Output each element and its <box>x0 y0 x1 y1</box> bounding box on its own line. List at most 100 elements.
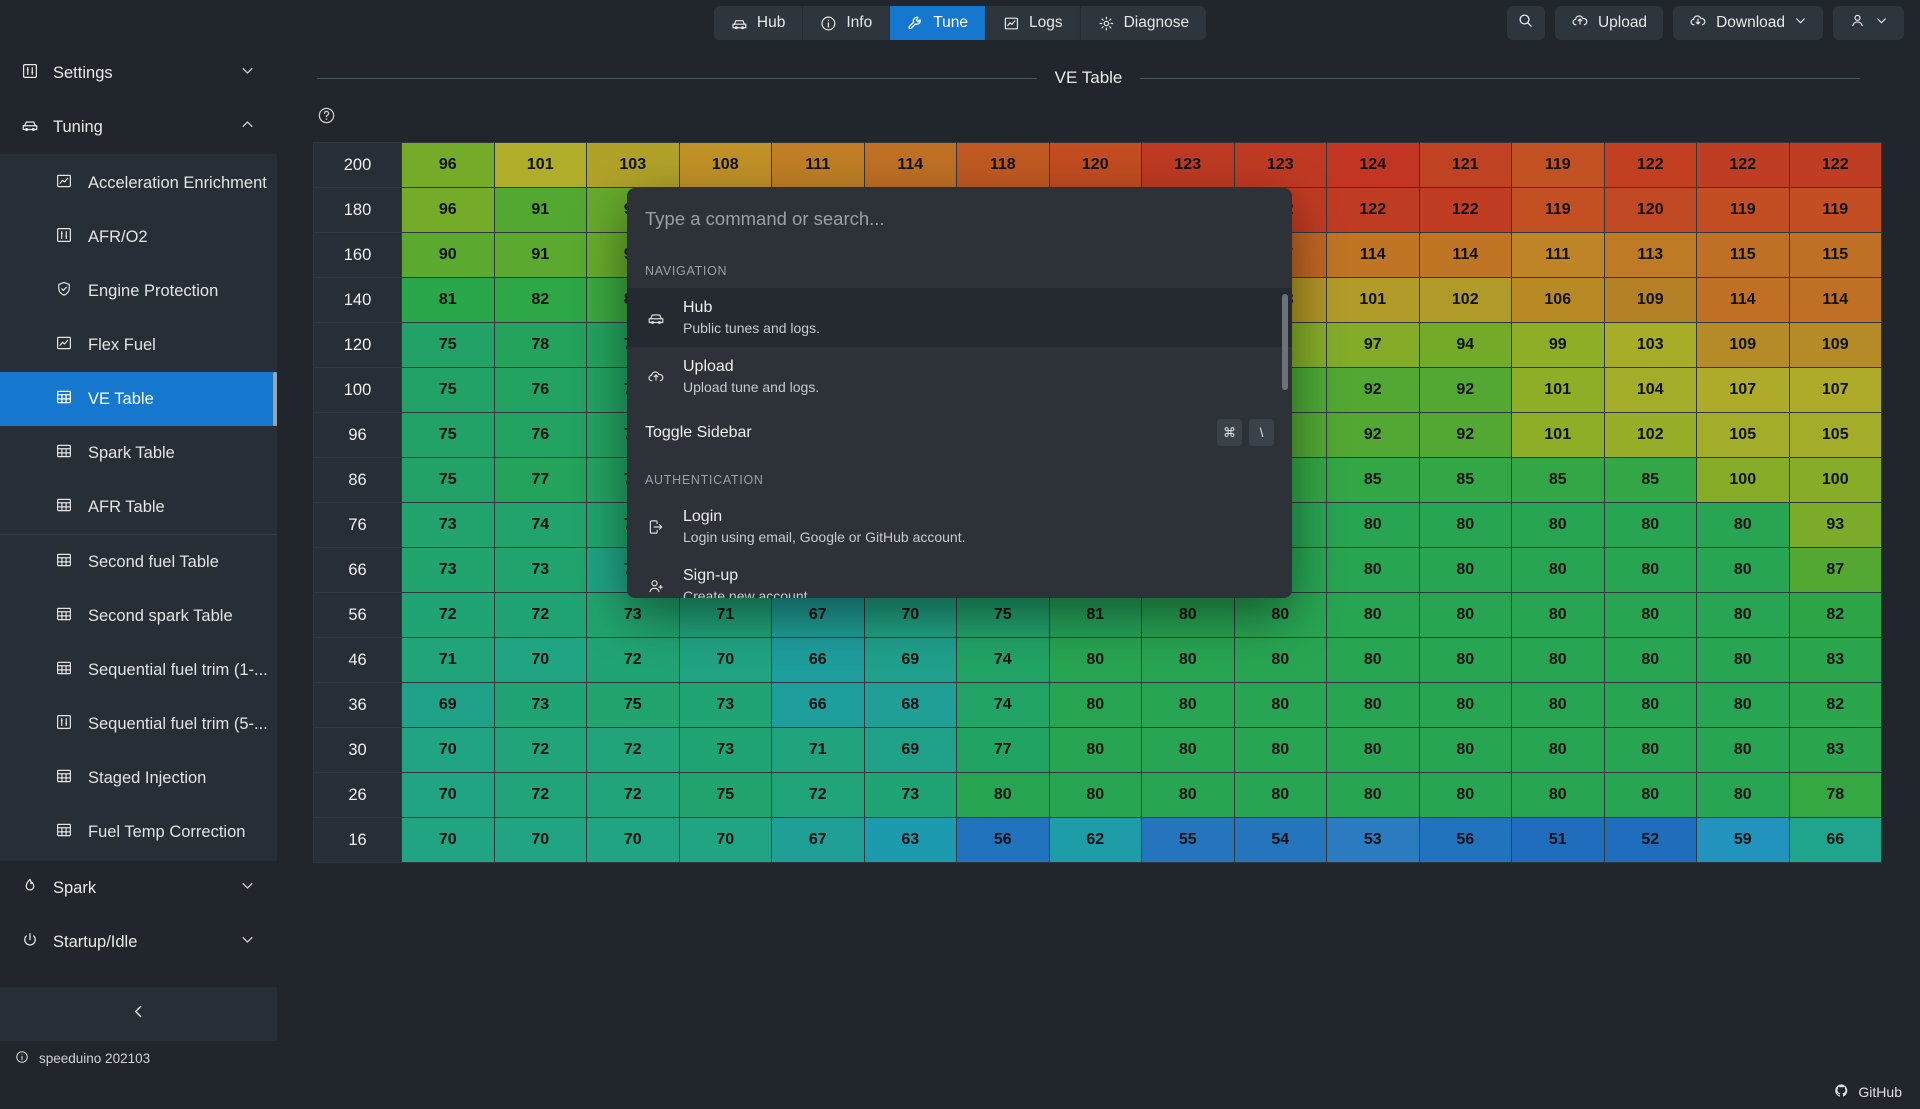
table-cell[interactable]: 80 <box>1696 547 1790 593</box>
table-cell[interactable]: 85 <box>1603 457 1697 503</box>
table-cell[interactable]: 80 <box>1233 772 1327 818</box>
table-cell[interactable]: 80 <box>1696 682 1790 728</box>
table-cell[interactable]: 83 <box>1788 637 1882 683</box>
table-cell[interactable]: 80 <box>1048 682 1142 728</box>
table-cell[interactable]: 111 <box>1511 232 1605 278</box>
upload-button[interactable]: Upload <box>1554 6 1664 40</box>
table-cell[interactable]: 80 <box>1418 772 1512 818</box>
table-cell[interactable]: 68 <box>863 682 957 728</box>
table-cell[interactable]: 80 <box>1141 772 1235 818</box>
table-cell[interactable]: 106 <box>1511 277 1605 323</box>
table-cell[interactable]: 81 <box>401 277 495 323</box>
table-cell[interactable]: 100 <box>1788 457 1882 503</box>
table-cell[interactable]: 55 <box>1141 817 1235 863</box>
table-cell[interactable]: 56 <box>956 817 1050 863</box>
table-cell[interactable]: 122 <box>1603 142 1697 188</box>
table-cell[interactable]: 82 <box>1788 682 1882 728</box>
table-cell[interactable]: 71 <box>401 637 495 683</box>
table-cell[interactable]: 104 <box>1603 367 1697 413</box>
table-cell[interactable]: 124 <box>1326 142 1420 188</box>
table-cell[interactable]: 80 <box>1511 547 1605 593</box>
table-cell[interactable]: 75 <box>678 772 772 818</box>
table-cell[interactable]: 80 <box>1141 637 1235 683</box>
table-cell[interactable]: 80 <box>1418 502 1512 548</box>
sidebar-item-spark-table[interactable]: Spark Table <box>0 426 277 480</box>
table-cell[interactable]: 107 <box>1696 367 1790 413</box>
table-cell[interactable]: 63 <box>863 817 957 863</box>
table-cell[interactable]: 74 <box>493 502 587 548</box>
table-cell[interactable]: 105 <box>1696 412 1790 458</box>
table-cell[interactable]: 56 <box>1418 817 1512 863</box>
table-cell[interactable]: 73 <box>678 682 772 728</box>
sidebar-collapse-button[interactable] <box>0 987 277 1041</box>
table-cell[interactable]: 83 <box>1788 727 1882 773</box>
table-cell[interactable]: 93 <box>1788 502 1882 548</box>
sidebar-group-tuning[interactable]: Tuning <box>0 100 277 154</box>
table-cell[interactable]: 66 <box>771 682 865 728</box>
table-cell[interactable]: 119 <box>1511 142 1605 188</box>
tab-info[interactable]: Info <box>803 6 891 40</box>
table-cell[interactable]: 73 <box>493 682 587 728</box>
sidebar-item-sequential-fuel-trim-5[interactable]: Sequential fuel trim (5-... <box>0 697 277 751</box>
table-cell[interactable]: 80 <box>1603 502 1697 548</box>
table-cell[interactable]: 80 <box>1418 547 1512 593</box>
table-cell[interactable]: 113 <box>1603 232 1697 278</box>
tab-tune[interactable]: Tune <box>890 6 986 40</box>
table-cell[interactable]: 102 <box>1418 277 1512 323</box>
table-cell[interactable]: 94 <box>1418 322 1512 368</box>
command-palette-item-upload[interactable]: Upload Upload tune and logs. <box>627 347 1292 406</box>
table-cell[interactable]: 78 <box>1788 772 1882 818</box>
table-cell[interactable]: 102 <box>1603 412 1697 458</box>
table-cell[interactable]: 103 <box>1603 322 1697 368</box>
table-cell[interactable]: 75 <box>401 457 495 503</box>
table-cell[interactable]: 59 <box>1696 817 1790 863</box>
sidebar-item-acceleration-enrichment[interactable]: Acceleration Enrichment <box>0 156 277 210</box>
table-cell[interactable]: 92 <box>1326 367 1420 413</box>
table-cell[interactable]: 119 <box>1696 187 1790 233</box>
table-cell[interactable]: 123 <box>1233 142 1327 188</box>
table-cell[interactable]: 80 <box>1233 727 1327 773</box>
sidebar-item-second-fuel-table[interactable]: Second fuel Table <box>0 535 277 589</box>
sidebar-item-staged-injection[interactable]: Staged Injection <box>0 751 277 805</box>
command-palette-scrollbar[interactable] <box>1282 294 1288 390</box>
table-cell[interactable]: 121 <box>1418 142 1512 188</box>
command-palette-item-hub[interactable]: Hub Public tunes and logs. <box>627 288 1292 347</box>
table-cell[interactable]: 122 <box>1418 187 1512 233</box>
table-cell[interactable]: 72 <box>493 592 587 638</box>
table-cell[interactable]: 72 <box>493 772 587 818</box>
table-cell[interactable]: 115 <box>1788 232 1882 278</box>
table-cell[interactable]: 77 <box>493 457 587 503</box>
table-cell[interactable]: 80 <box>1418 682 1512 728</box>
table-cell[interactable]: 80 <box>1603 547 1697 593</box>
table-cell[interactable]: 70 <box>493 817 587 863</box>
table-cell[interactable]: 90 <box>401 232 495 278</box>
search-button[interactable] <box>1506 6 1545 40</box>
table-cell[interactable]: 109 <box>1696 322 1790 368</box>
sidebar-item-afr-o2[interactable]: AFR/O2 <box>0 210 277 264</box>
table-cell[interactable]: 70 <box>401 727 495 773</box>
table-cell[interactable]: 75 <box>586 682 680 728</box>
table-cell[interactable]: 109 <box>1603 277 1697 323</box>
table-cell[interactable]: 114 <box>1788 277 1882 323</box>
table-cell[interactable]: 80 <box>1603 637 1697 683</box>
table-cell[interactable]: 67 <box>771 817 865 863</box>
table-cell[interactable]: 78 <box>493 322 587 368</box>
table-cell[interactable]: 122 <box>1788 142 1882 188</box>
table-cell[interactable]: 80 <box>1418 592 1512 638</box>
table-cell[interactable]: 80 <box>1603 772 1697 818</box>
table-cell[interactable]: 105 <box>1788 412 1882 458</box>
sidebar-item-flex-fuel[interactable]: Flex Fuel <box>0 318 277 372</box>
table-cell[interactable]: 70 <box>678 817 772 863</box>
table-cell[interactable]: 82 <box>493 277 587 323</box>
command-palette-item-login[interactable]: Login Login using email, Google or GitHub… <box>627 497 1292 556</box>
table-cell[interactable]: 118 <box>956 142 1050 188</box>
table-cell[interactable]: 81 <box>1048 592 1142 638</box>
tab-diagnose[interactable]: Diagnose <box>1080 6 1207 40</box>
tab-logs[interactable]: Logs <box>985 6 1081 40</box>
table-cell[interactable]: 80 <box>1511 682 1605 728</box>
table-cell[interactable]: 99 <box>1511 322 1605 368</box>
table-cell[interactable]: 80 <box>1696 637 1790 683</box>
table-cell[interactable]: 72 <box>586 772 680 818</box>
table-cell[interactable]: 75 <box>401 367 495 413</box>
table-cell[interactable]: 72 <box>401 592 495 638</box>
